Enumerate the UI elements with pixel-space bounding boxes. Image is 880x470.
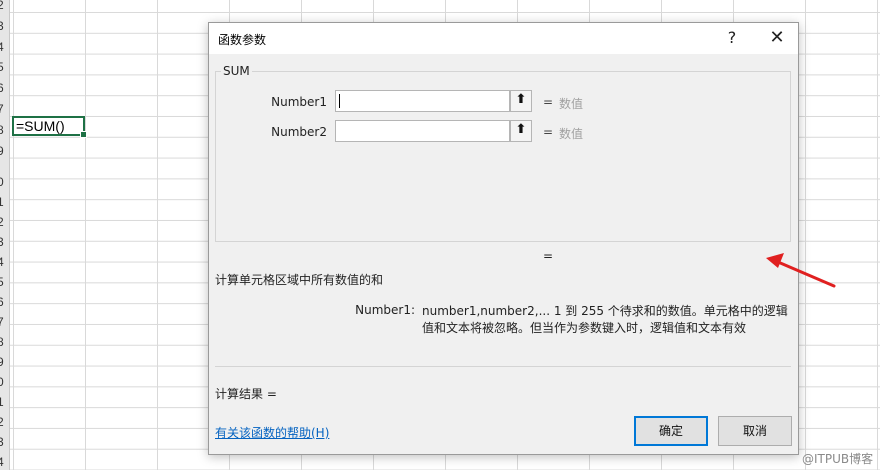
- argument-detail-text: number1,number2,... 1 到 255 个待求和的数值。单元格中…: [422, 304, 788, 335]
- row-number: 3: [0, 435, 9, 449]
- ok-button[interactable]: 确定: [634, 416, 708, 446]
- ref-select-icon: ⬆: [515, 122, 527, 137]
- collapse-dialog-button-1[interactable]: ⬆: [510, 90, 532, 112]
- close-icon[interactable]: ✕: [762, 26, 792, 50]
- row-number: 9: [0, 144, 9, 158]
- row-number: 3: [0, 235, 9, 249]
- annotation-arrow-icon: [766, 253, 836, 288]
- number1-input[interactable]: [335, 90, 510, 112]
- cancel-button[interactable]: 取消: [718, 416, 792, 446]
- row-number: 2: [0, 415, 9, 429]
- ref-select-icon: ⬆: [515, 92, 527, 107]
- row-number: 5: [0, 60, 9, 74]
- collapse-dialog-button-2[interactable]: ⬆: [510, 120, 532, 142]
- formula-result-equals: =: [543, 249, 554, 263]
- row-number: 5: [0, 275, 9, 289]
- number2-value-hint: 数值: [559, 127, 584, 141]
- divider: [215, 366, 791, 367]
- number2-input[interactable]: [335, 120, 510, 142]
- active-cell[interactable]: =SUM(): [12, 116, 87, 138]
- row-number: 9: [0, 355, 9, 369]
- row-number: 2: [0, 0, 9, 12]
- argument-detail-name: Number1:: [355, 303, 415, 317]
- row-number: 4: [0, 455, 9, 469]
- row-number: 3: [0, 19, 9, 33]
- help-button[interactable]: ?: [717, 26, 747, 50]
- row-number: 8: [0, 335, 9, 349]
- function-help-link[interactable]: 有关该函数的帮助(H): [215, 424, 329, 441]
- row-number: 4: [0, 255, 9, 269]
- row-number: 6: [0, 81, 9, 95]
- number1-value-hint: 数值: [559, 97, 584, 111]
- number1-label: Number1: [271, 95, 327, 109]
- calculation-result: 计算结果 =: [215, 387, 277, 401]
- function-arguments-dialog: 函数参数 ? ✕ SUM Number1 ⬆ = 数值 Number2 ⬆ = …: [208, 22, 799, 455]
- row-number: 1: [0, 195, 9, 209]
- row-number: 7: [0, 102, 9, 116]
- number2-label: Number2: [271, 125, 327, 139]
- function-description: 计算单元格区域中所有数值的和: [215, 273, 384, 287]
- row-number: 6: [0, 295, 9, 309]
- row-number: 0: [0, 375, 9, 389]
- row-number: 7: [0, 315, 9, 329]
- watermark: @ITPUB博客: [802, 452, 874, 466]
- row-number: 0: [0, 175, 9, 189]
- dialog-titlebar[interactable]: 函数参数 ? ✕: [209, 23, 798, 54]
- row-header: 2 3 4 5 6 7 8 9 0 1 2 3 4 5 6 7 8 9 0 1 …: [0, 0, 10, 470]
- function-name-label: SUM: [221, 64, 252, 78]
- row-number: 8: [0, 123, 9, 137]
- row-number: 4: [0, 40, 9, 54]
- text-caret: [339, 94, 340, 108]
- number2-equals: =: [543, 125, 554, 139]
- dialog-title: 函数参数: [218, 33, 267, 47]
- row-number: 2: [0, 215, 9, 229]
- row-number: 1: [0, 395, 9, 409]
- number1-equals: =: [543, 95, 554, 109]
